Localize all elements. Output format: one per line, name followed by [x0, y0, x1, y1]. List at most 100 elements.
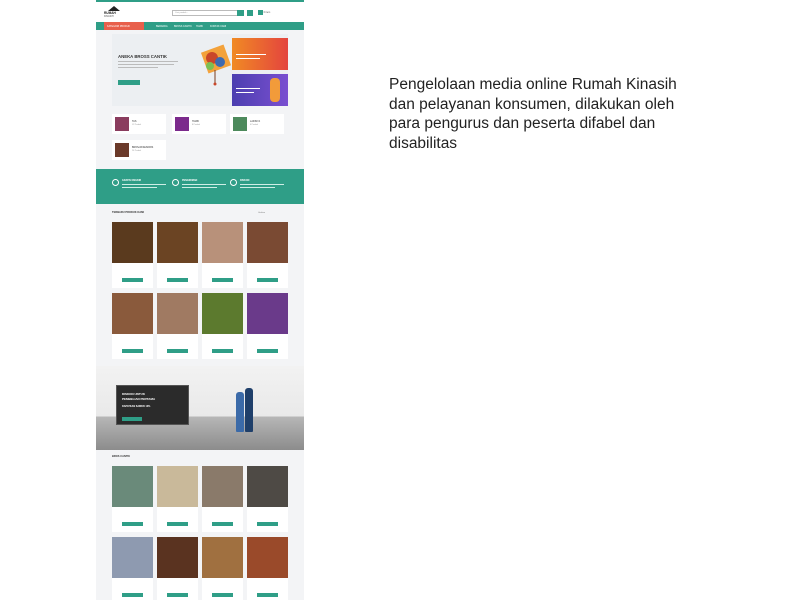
- product-image: [157, 466, 198, 507]
- add-to-cart-button[interactable]: [257, 349, 278, 353]
- add-to-cart-button[interactable]: [167, 593, 188, 597]
- product-card[interactable]: [202, 466, 243, 532]
- category-menu-button[interactable]: KATEGORI PRODUK: [104, 22, 144, 30]
- nav-item[interactable]: KONTAK KAMI: [210, 25, 226, 28]
- product-name-line: [112, 267, 153, 269]
- hero-shop-button[interactable]: [118, 80, 140, 85]
- category-count: 12 Produk: [132, 124, 142, 126]
- product-card[interactable]: [247, 293, 288, 359]
- add-to-cart-button[interactable]: [257, 593, 278, 597]
- promo-text-line: [236, 58, 260, 59]
- add-to-cart-button[interactable]: [212, 522, 233, 526]
- product-image: [202, 466, 243, 507]
- hero-title: ANEKA BROSS CANTIK: [118, 54, 168, 59]
- product-card[interactable]: [157, 466, 198, 532]
- product-card[interactable]: [157, 222, 198, 288]
- add-to-cart-button[interactable]: [167, 349, 188, 353]
- category-card[interactable]: LAINNYA 6 Produk: [230, 114, 284, 134]
- feature-item: DISKON: [230, 179, 285, 195]
- model-photo: [236, 392, 244, 432]
- model-photo: [270, 78, 280, 102]
- add-to-cart-button[interactable]: [122, 278, 143, 282]
- category-thumbnail: [175, 117, 189, 131]
- category-count: 6 Produk: [250, 124, 259, 126]
- add-to-cart-button[interactable]: [212, 349, 233, 353]
- product-image: [157, 537, 198, 578]
- discount-subtitle: DAPATKAN SAMPAI 10%: [122, 405, 151, 408]
- product-card[interactable]: [112, 537, 153, 600]
- product-card[interactable]: [247, 222, 288, 288]
- add-to-cart-button[interactable]: [257, 278, 278, 282]
- nav-item[interactable]: BERANDA: [156, 25, 168, 28]
- sort-select[interactable]: Urutkan: [258, 212, 265, 214]
- nav-item[interactable]: BROSS CANTIK: [174, 25, 192, 28]
- main-nav: KATEGORI PRODUK BERANDA BROSS CANTIK HIJ…: [96, 22, 304, 30]
- discount-box: DISKON UNTUK PEMBELIAN PERTAMA DAPATKAN …: [116, 385, 189, 425]
- caption-line: Pengelolaan media online Rumah Kinasih: [389, 76, 677, 93]
- truck-icon: [112, 179, 119, 186]
- add-to-cart-button[interactable]: [122, 349, 143, 353]
- hero-text-line: [118, 64, 174, 65]
- feature-item: GRATIS ONGKIR: [112, 179, 167, 195]
- product-card[interactable]: [202, 293, 243, 359]
- promo-text-line: [236, 92, 254, 93]
- product-image: [112, 537, 153, 578]
- feature-desc-lines: [182, 183, 226, 188]
- hero-slider: ANEKA BROSS CANTIK: [112, 34, 288, 106]
- features-strip: GRATIS ONGKIR PENGIRIMAN DISKON: [96, 169, 304, 204]
- promo-banner[interactable]: [232, 38, 288, 70]
- category-card[interactable]: BROS/AKSESORIS 24 Produk: [112, 140, 166, 160]
- feature-title: GRATIS ONGKIR: [122, 179, 142, 182]
- box-icon: [172, 179, 179, 186]
- cart-label: 0 item: [263, 11, 271, 15]
- product-image: [112, 222, 153, 263]
- section-title: BROS CANTIK: [112, 455, 131, 458]
- website-screenshot: RUMAH KINASIH Cari produk... 0 item KATE…: [96, 0, 304, 600]
- product-image: [247, 466, 288, 507]
- product-card[interactable]: [247, 537, 288, 600]
- product-image: [202, 293, 243, 334]
- site-logo[interactable]: RUMAH KINASIH: [104, 5, 144, 19]
- product-image: [247, 537, 288, 578]
- product-card[interactable]: [112, 466, 153, 532]
- category-card[interactable]: HIJAB 8 Produk: [172, 114, 226, 134]
- add-to-cart-button[interactable]: [167, 278, 188, 282]
- product-card[interactable]: [202, 537, 243, 600]
- product-card[interactable]: [247, 466, 288, 532]
- add-to-cart-button[interactable]: [257, 522, 278, 526]
- add-to-cart-button[interactable]: [167, 522, 188, 526]
- add-to-cart-button[interactable]: [212, 278, 233, 282]
- add-to-cart-button[interactable]: [122, 593, 143, 597]
- logo-subtext: KINASIH: [104, 15, 114, 18]
- search-input[interactable]: Cari produk...: [172, 10, 238, 16]
- category-name: BROS/AKSESORIS: [132, 146, 154, 149]
- section-title: TERBARU PRODUK KAMI: [112, 211, 144, 214]
- discount-title-line2: PEMBELIAN PERTAMA: [122, 397, 156, 401]
- product-card[interactable]: [112, 222, 153, 288]
- search-placeholder: Cari produk...: [175, 12, 189, 14]
- site-header: RUMAH KINASIH Cari produk... 0 item: [96, 2, 304, 22]
- caption-line: disabilitas: [389, 134, 458, 152]
- promo-banner[interactable]: [232, 74, 288, 106]
- product-card[interactable]: [157, 293, 198, 359]
- product-image: [157, 222, 198, 263]
- category-count: 24 Produk: [132, 150, 142, 152]
- product-card[interactable]: [112, 293, 153, 359]
- category-card[interactable]: TAS 12 Produk: [112, 114, 166, 134]
- product-image: [112, 293, 153, 334]
- add-to-cart-button[interactable]: [122, 522, 143, 526]
- cart-summary[interactable]: 0 item: [258, 10, 278, 16]
- product-card[interactable]: [157, 537, 198, 600]
- feature-desc-lines: [122, 183, 166, 188]
- user-icon[interactable]: [247, 10, 253, 16]
- caption-line: para pengurus dan peserta difabel dan: [389, 115, 656, 132]
- nav-item[interactable]: HIJAB: [196, 25, 203, 28]
- category-name: HIJAB: [192, 120, 199, 123]
- discount-button[interactable]: [122, 417, 142, 421]
- category-thumbnail: [115, 143, 129, 157]
- add-to-cart-button[interactable]: [212, 593, 233, 597]
- hero-text-line: [118, 67, 158, 68]
- search-button[interactable]: [237, 10, 244, 16]
- category-name: LAINNYA: [250, 120, 261, 123]
- product-card[interactable]: [202, 222, 243, 288]
